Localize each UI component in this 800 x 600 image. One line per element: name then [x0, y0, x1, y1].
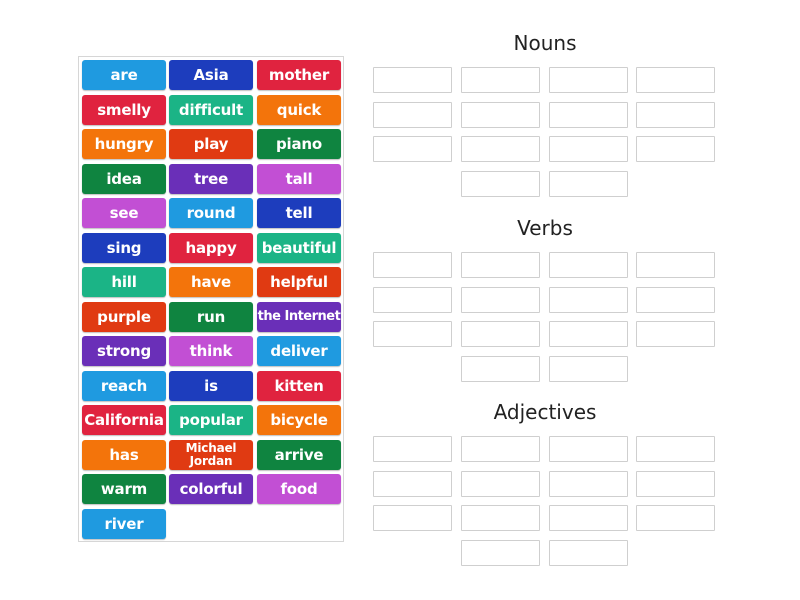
- word-tile[interactable]: hill: [82, 267, 166, 297]
- word-tile[interactable]: sing: [82, 232, 166, 263]
- drop-slot-adjectives[interactable]: [549, 436, 628, 462]
- drop-slot-nouns[interactable]: [549, 136, 628, 163]
- drop-slot-adjectives[interactable]: [549, 470, 628, 497]
- word-tile[interactable]: tell: [257, 198, 341, 228]
- drop-slot-nouns[interactable]: [636, 67, 715, 93]
- drop-slot-verbs[interactable]: [636, 286, 715, 313]
- word-tile[interactable]: are: [82, 60, 166, 90]
- drop-slot-nouns[interactable]: [636, 101, 715, 128]
- drop-slot-nouns[interactable]: [373, 136, 452, 163]
- word-tile[interactable]: play: [169, 129, 253, 159]
- drop-slot-adjectives[interactable]: [461, 505, 540, 532]
- word-tile[interactable]: happy: [169, 232, 253, 263]
- drop-slot-adjectives[interactable]: [373, 470, 452, 497]
- drop-slot-nouns[interactable]: [461, 136, 540, 163]
- drop-slot-verbs[interactable]: [549, 286, 628, 313]
- word-tile[interactable]: beautiful: [257, 232, 341, 263]
- word-tile[interactable]: kitten: [257, 370, 341, 401]
- drop-slot-nouns[interactable]: [461, 67, 540, 93]
- word-tile[interactable]: the Internet: [257, 301, 341, 332]
- drop-slot-verbs[interactable]: [636, 321, 715, 348]
- drop-slot-adjectives[interactable]: [636, 436, 715, 462]
- word-tile[interactable]: colorful: [169, 474, 253, 504]
- group-title-verbs: Verbs: [517, 216, 573, 240]
- word-tile[interactable]: quick: [257, 94, 341, 125]
- word-tile[interactable]: has: [82, 439, 166, 470]
- drop-slot-adjectives[interactable]: [549, 540, 628, 567]
- word-tile[interactable]: river: [82, 508, 166, 539]
- drop-slot-adjectives[interactable]: [636, 470, 715, 497]
- word-tile[interactable]: purple: [82, 301, 166, 332]
- drop-slot-nouns[interactable]: [373, 101, 452, 128]
- drop-slot-verbs[interactable]: [373, 286, 452, 313]
- drop-slot-adjectives[interactable]: [549, 505, 628, 532]
- group-title-nouns: Nouns: [513, 31, 577, 55]
- word-tile[interactable]: deliver: [257, 336, 341, 366]
- drop-slot-nouns[interactable]: [549, 101, 628, 128]
- drop-slot-verbs[interactable]: [549, 321, 628, 348]
- drop-slot-verbs[interactable]: [461, 321, 540, 348]
- drop-slot-verbs[interactable]: [549, 252, 628, 278]
- word-tile[interactable]: reach: [82, 370, 166, 401]
- word-tile[interactable]: Asia: [169, 60, 253, 90]
- word-tile[interactable]: bicycle: [257, 405, 341, 435]
- word-tile[interactable]: difficult: [169, 94, 253, 125]
- word-tile[interactable]: have: [169, 267, 253, 297]
- word-tile[interactable]: helpful: [257, 267, 341, 297]
- drop-slot-verbs[interactable]: [461, 286, 540, 313]
- word-tile[interactable]: strong: [82, 336, 166, 366]
- drop-slot-adjectives[interactable]: [461, 540, 540, 567]
- drop-slot-verbs[interactable]: [636, 252, 715, 278]
- drop-slot-verbs[interactable]: [373, 321, 452, 348]
- word-tile[interactable]: Michael Jordan: [169, 439, 253, 470]
- word-tile[interactable]: arrive: [257, 439, 341, 470]
- word-tile[interactable]: hungry: [82, 129, 166, 159]
- word-tile[interactable]: idea: [82, 163, 166, 194]
- drop-slot-verbs[interactable]: [461, 356, 540, 383]
- drop-slot-nouns[interactable]: [636, 136, 715, 163]
- drop-slot-adjectives[interactable]: [636, 505, 715, 532]
- word-tile[interactable]: tree: [169, 163, 253, 194]
- word-tile[interactable]: see: [82, 198, 166, 228]
- word-tile[interactable]: California: [82, 405, 166, 435]
- group-title-adjectives: Adjectives: [493, 400, 597, 424]
- word-tile[interactable]: tall: [257, 163, 341, 194]
- word-tile[interactable]: food: [257, 474, 341, 504]
- word-tile[interactable]: round: [169, 198, 253, 228]
- drop-slot-nouns[interactable]: [461, 101, 540, 128]
- word-tile[interactable]: think: [169, 336, 253, 366]
- drop-slot-verbs[interactable]: [549, 356, 628, 383]
- word-tile[interactable]: smelly: [82, 94, 166, 125]
- drop-slot-nouns[interactable]: [549, 171, 628, 198]
- word-tile-pool: are Asia mother smelly difficult quick hungry p…: [78, 56, 344, 542]
- drop-slot-nouns[interactable]: [461, 171, 540, 198]
- drop-slot-verbs[interactable]: [373, 252, 452, 278]
- drop-slot-adjectives[interactable]: [461, 470, 540, 497]
- drop-slot-verbs[interactable]: [461, 252, 540, 278]
- word-tile[interactable]: is: [169, 370, 253, 401]
- drop-slot-nouns[interactable]: [373, 67, 452, 93]
- word-tile[interactable]: popular: [169, 405, 253, 435]
- drop-slot-adjectives[interactable]: [461, 436, 540, 462]
- drop-slot-adjectives[interactable]: [373, 436, 452, 462]
- word-tile[interactable]: run: [169, 301, 253, 332]
- word-tile[interactable]: mother: [257, 60, 341, 90]
- drop-slot-nouns[interactable]: [549, 67, 628, 93]
- drop-slot-adjectives[interactable]: [373, 505, 452, 532]
- word-tile[interactable]: warm: [82, 474, 166, 504]
- word-tile[interactable]: piano: [257, 129, 341, 159]
